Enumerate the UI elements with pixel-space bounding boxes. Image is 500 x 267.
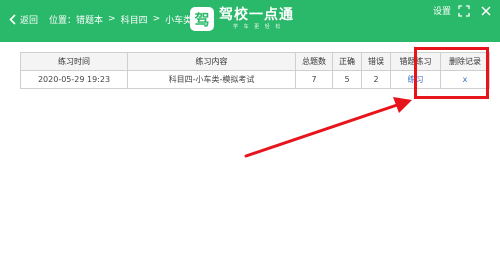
logo-icon: 驾 bbox=[190, 7, 214, 31]
expand-icon[interactable] bbox=[458, 5, 470, 17]
column-header-correct: 正确 bbox=[332, 52, 362, 71]
breadcrumb-item-car[interactable]: 小车类 bbox=[165, 13, 192, 26]
column-header-total: 总题数 bbox=[295, 52, 333, 71]
cell-wrong: 2 bbox=[361, 70, 391, 89]
cell-time: 2020-05-29 19:23 bbox=[20, 70, 128, 89]
close-icon[interactable] bbox=[480, 5, 492, 17]
settings-button[interactable]: 设置 bbox=[433, 4, 451, 17]
breadcrumb-separator: > bbox=[108, 14, 116, 24]
column-header-content: 练习内容 bbox=[127, 52, 296, 71]
app-logo: 驾 驾校一点通 学 车 更 轻 松 bbox=[190, 7, 294, 31]
back-button[interactable]: 返回 bbox=[9, 11, 38, 27]
breadcrumb-separator: > bbox=[152, 14, 161, 24]
breadcrumb-item-subject4[interactable]: 科目四 bbox=[121, 13, 148, 26]
breadcrumb: 位置： 错题本 > 科目四 > 小车类 bbox=[49, 11, 192, 27]
column-header-wrong: 错误 bbox=[361, 52, 391, 71]
breadcrumb-prefix: 位置： bbox=[49, 15, 77, 26]
chevron-left-icon bbox=[9, 13, 16, 25]
logo-slogan: 学 车 更 轻 松 bbox=[233, 24, 283, 30]
cell-correct: 5 bbox=[332, 70, 362, 89]
cell-total: 7 bbox=[295, 70, 333, 89]
back-label: 返回 bbox=[20, 15, 39, 26]
breadcrumb-item-wrongbook[interactable]: 错题本 bbox=[76, 13, 103, 26]
column-header-time: 练习时间 bbox=[20, 52, 128, 71]
header-bar: 返回 位置： 错题本 > 科目四 > 小车类 驾 驾校一点通 学 车 更 轻 松… bbox=[0, 0, 500, 42]
highlight-box bbox=[414, 47, 489, 99]
cell-content: 科目四-小车类-模拟考试 bbox=[127, 70, 296, 89]
logo-title: 驾校一点通 bbox=[219, 7, 294, 23]
